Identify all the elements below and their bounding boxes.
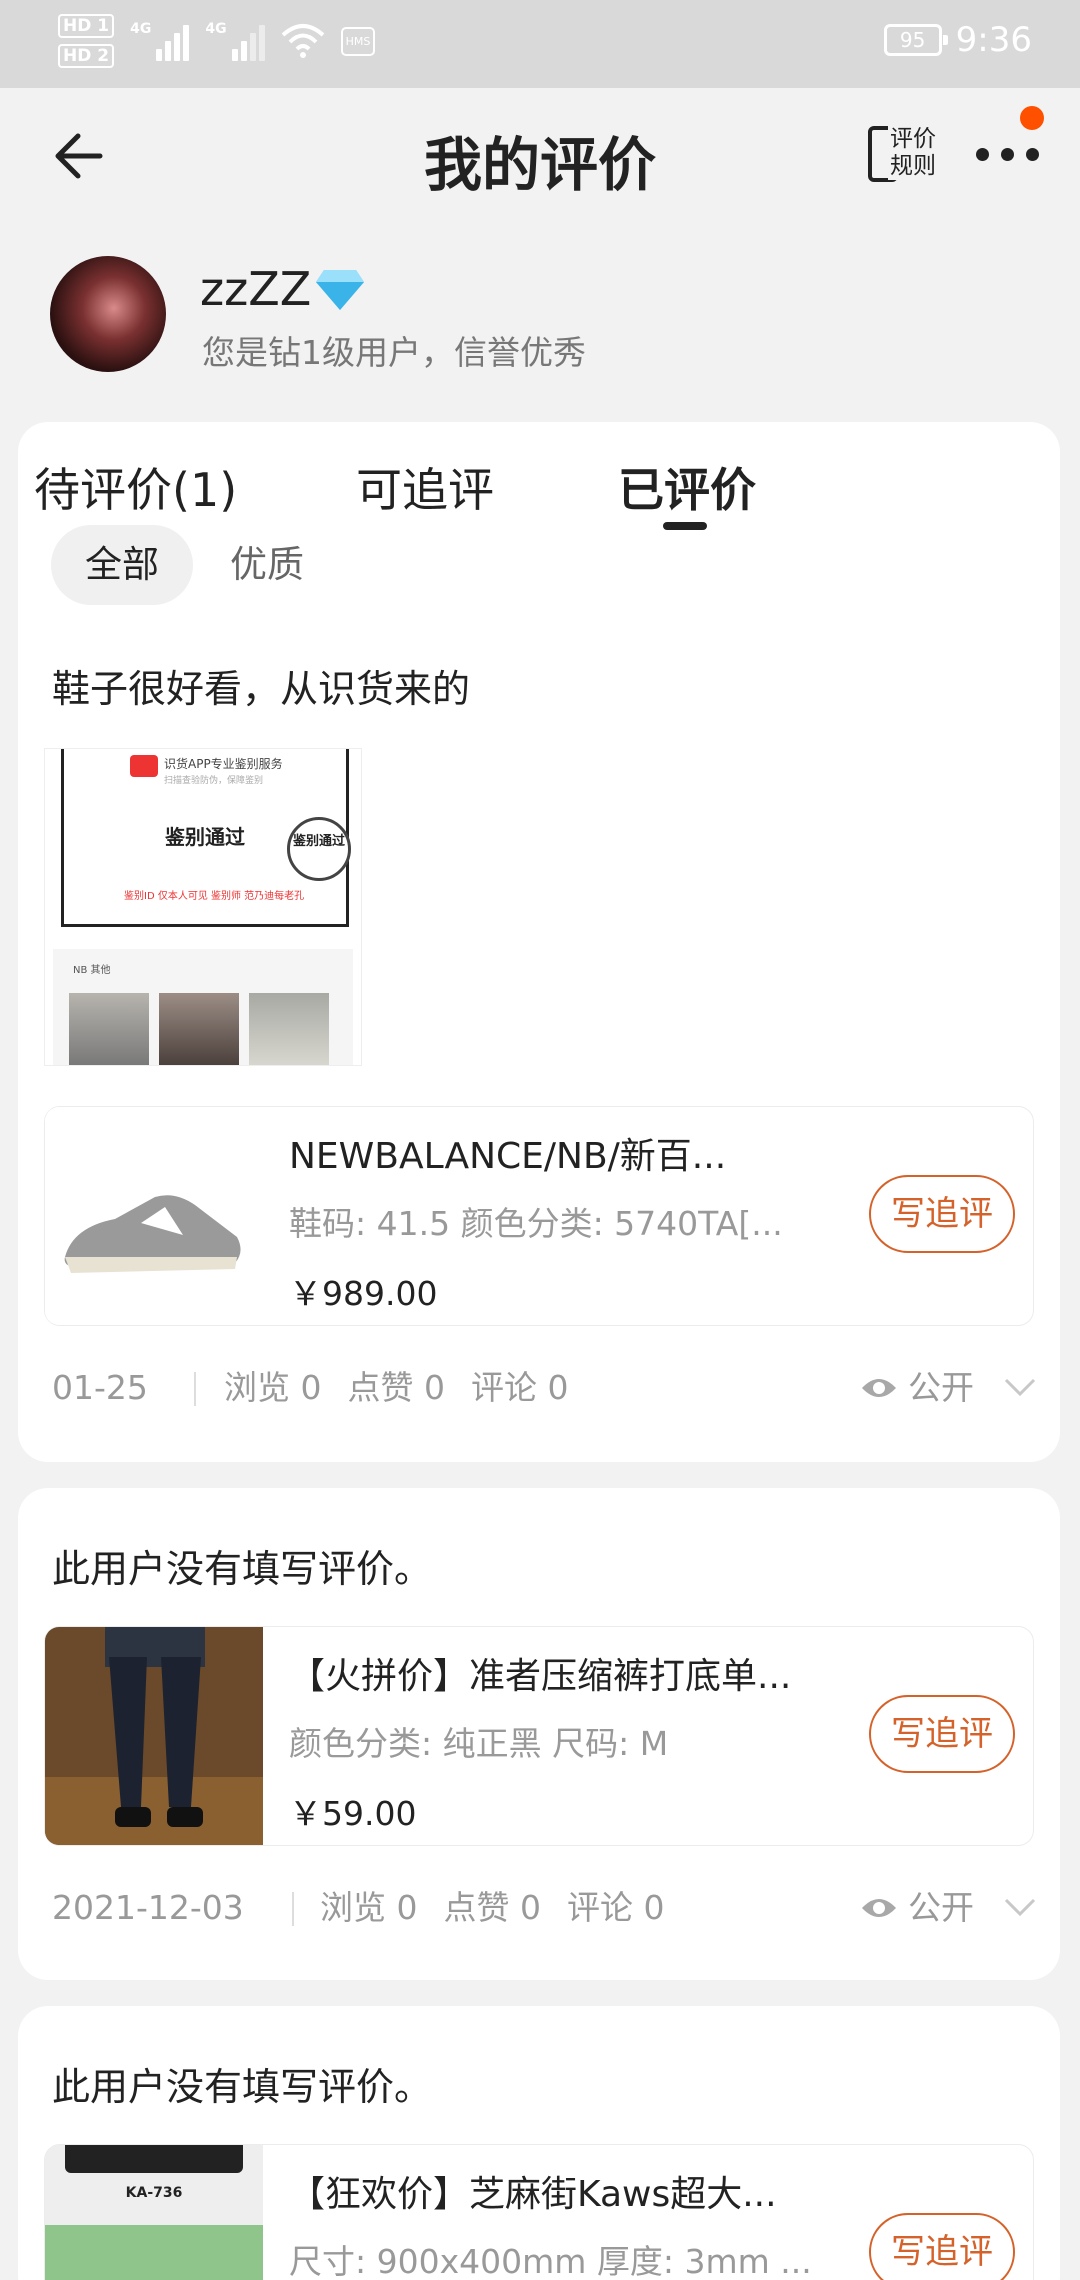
clock: 9:36 (955, 20, 1032, 60)
hms-icon: HMS (340, 26, 376, 56)
review-card: 此用户没有填写评价。 KA-736 【狂欢价】芝麻街Kaws超大... 尺寸: … (18, 2006, 1060, 2280)
hd1-label: HD 1 (58, 14, 115, 38)
product-spec: 颜色分类: 纯正黑 尺码: M (289, 1724, 669, 1763)
visibility-toggle[interactable]: 公开 (908, 1360, 974, 1416)
eye-icon (862, 1379, 896, 1397)
review-meta: 2021-12-03 浏览 0 点赞 0 评论 0 公开 (52, 1880, 1042, 1936)
review-date: 01-25 (52, 1368, 148, 1407)
network-type-2: 4G (205, 21, 227, 37)
signal-icon: 4G (130, 21, 190, 61)
network-type-1: 4G (130, 21, 152, 37)
avatar[interactable] (50, 256, 166, 372)
filter-quality[interactable]: 优质 (230, 525, 304, 605)
signal-2-icon: 4G (205, 21, 265, 61)
photo-header: 识货APP专业鉴别服务 (164, 757, 283, 771)
likes-count: 点赞 0 (443, 1888, 542, 1927)
review-text: 此用户没有填写评价。 (52, 1547, 433, 1591)
product-card[interactable]: KA-736 【狂欢价】芝麻街Kaws超大... 尺寸: 900x400mm 厚… (44, 2144, 1034, 2280)
product-card[interactable]: 【火拼价】准者压缩裤打底单... 颜色分类: 纯正黑 尺码: M ￥59.00 … (44, 1626, 1034, 1846)
visibility-toggle[interactable]: 公开 (908, 1880, 974, 1936)
thumbnail-image (159, 993, 239, 1065)
product-image (45, 1627, 263, 1845)
product-price: ￥59.00 (289, 1794, 417, 1833)
review-card: 待评价(1) 可追评 已评价 全部 优质 鞋子很好看，从识货来的 识货APP专业… (18, 422, 1060, 1462)
rules-label-1: 评价 (890, 126, 936, 152)
tab-indicator (663, 522, 707, 530)
product-card[interactable]: NEWBALANCE/NB/新百... 鞋码: 41.5 颜色分类: 5740T… (44, 1106, 1034, 1326)
username: zzZZ (200, 262, 312, 316)
eye-icon (862, 1899, 896, 1917)
product-image (45, 1107, 263, 1325)
review-meta: 01-25 浏览 0 点赞 0 评论 0 公开 (52, 1360, 1042, 1416)
review-photo[interactable]: 识货APP专业鉴别服务 扫描查验防伪，保障鉴别 鉴别ID 仅本人可见 鉴别师 范… (44, 748, 362, 1066)
user-level-description: 您是钻1级用户，信誉优秀 (202, 333, 586, 372)
nav-bar: 我的评价 评价 规则 (0, 88, 1080, 218)
review-text: 此用户没有填写评价。 (52, 2065, 433, 2109)
diamond-icon (316, 270, 364, 310)
tab-bar: 待评价(1) 可追评 已评价 (18, 422, 1060, 532)
thumbnail-image (69, 993, 149, 1065)
tab-pending[interactable]: 待评价(1) (34, 454, 237, 520)
product-name: 【狂欢价】芝麻街Kaws超大... (289, 2174, 777, 2215)
views-count: 浏览 0 (320, 1888, 418, 1927)
comments-count: 评论 0 (471, 1368, 569, 1407)
shihuo-logo (130, 755, 158, 777)
write-followup-button[interactable]: 写追评 (869, 1695, 1015, 1773)
more-options-icon[interactable] (976, 148, 1039, 161)
product-price: ￥989.00 (289, 1274, 438, 1313)
photo-row: 鉴别ID 仅本人可见 鉴别师 范乃迪每老孔 (124, 891, 305, 902)
product-name: 【火拼价】准者压缩裤打底单... (289, 1656, 792, 1697)
stamp-icon: 鉴别通过 (287, 817, 351, 881)
hd2-label: HD 2 (58, 44, 115, 68)
chevron-down-icon[interactable] (1002, 1894, 1038, 1920)
write-followup-button[interactable]: 写追评 (869, 2213, 1015, 2280)
chevron-down-icon[interactable] (1002, 1374, 1038, 1400)
rules-label-2: 规则 (890, 153, 936, 179)
review-text: 鞋子很好看，从识货来的 (52, 667, 471, 711)
photo-subheader: 扫描查验防伪，保障鉴别 (164, 776, 264, 786)
product-spec: 鞋码: 41.5 颜色分类: 5740TA[... (289, 1204, 783, 1243)
review-date: 2021-12-03 (52, 1888, 244, 1927)
hd-indicator: HD 1 HD 2 (58, 14, 115, 68)
product-image: KA-736 (45, 2145, 263, 2280)
tab-reviewed[interactable]: 已评价 (618, 454, 756, 520)
product-image-label: KA-736 (125, 2185, 183, 2201)
views-count: 浏览 0 (224, 1368, 322, 1407)
product-spec: 尺寸: 900x400mm 厚度: 3mm ... (289, 2242, 812, 2280)
review-card: 此用户没有填写评价。 【火拼价】准者压缩裤打底单... 颜色分类: 纯正黑 尺码… (18, 1488, 1060, 1980)
photo-item: NB 其他 (73, 965, 111, 976)
filter-all[interactable]: 全部 (51, 525, 193, 605)
status-bar: HD 1 HD 2 4G 4G HMS 95 9:36 (0, 0, 1080, 88)
product-name: NEWBALANCE/NB/新百... (289, 1136, 727, 1177)
battery-icon: 95 (883, 24, 948, 56)
thumbnail-image (249, 993, 329, 1065)
likes-count: 点赞 0 (347, 1368, 446, 1407)
tab-followup[interactable]: 可追评 (356, 454, 494, 520)
comments-count: 评论 0 (567, 1888, 665, 1927)
write-followup-button[interactable]: 写追评 (869, 1175, 1015, 1253)
wifi-icon (281, 24, 324, 58)
review-rules-button[interactable]: 评价 规则 (862, 122, 938, 186)
notification-dot (1020, 106, 1044, 130)
